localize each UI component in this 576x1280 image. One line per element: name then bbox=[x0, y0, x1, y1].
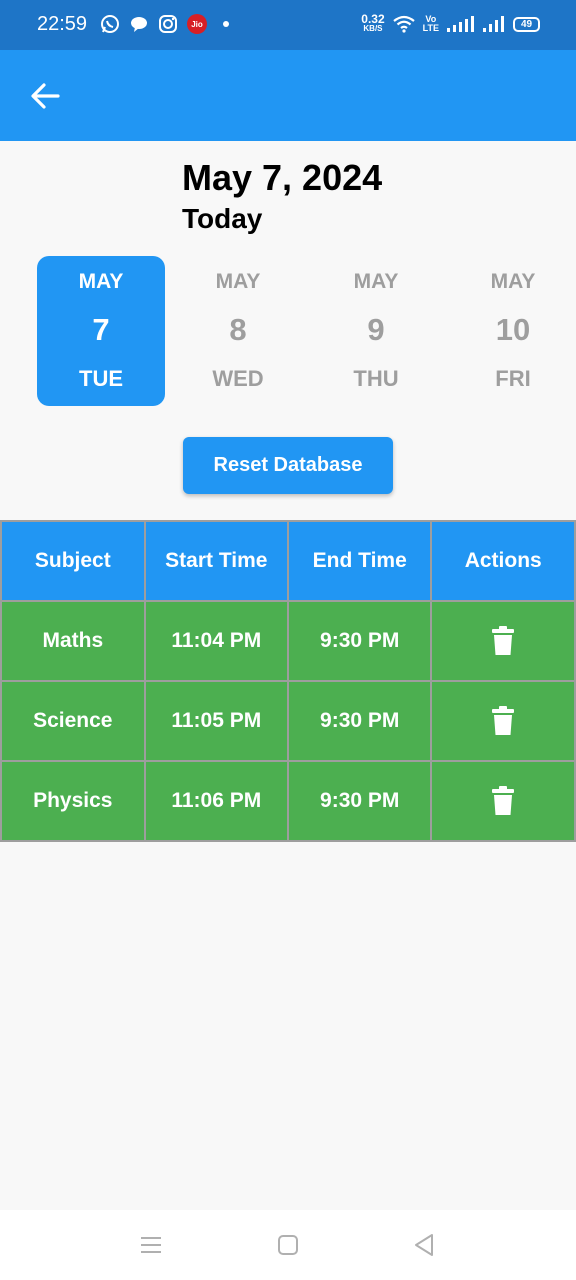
day-month: MAY bbox=[215, 270, 261, 293]
system-icons: 0.32 KB/S Vo LTE 49 bbox=[361, 13, 540, 35]
table-row: Science 11:05 PM 9:30 PM bbox=[0, 680, 576, 762]
day-weekday: TUE bbox=[79, 366, 123, 391]
app-bar bbox=[0, 50, 576, 141]
day-number: 10 bbox=[495, 312, 531, 347]
network-speed: 0.32 KB/S bbox=[361, 12, 385, 34]
table-row: Physics 11:06 PM 9:30 PM bbox=[0, 760, 576, 842]
whatsapp-icon bbox=[101, 15, 119, 33]
table-header-row: Subject Start Time End Time Actions bbox=[0, 520, 576, 602]
trash-icon bbox=[492, 625, 515, 655]
cell-end-time: 9:30 PM bbox=[287, 760, 433, 842]
day-tile-may-8[interactable]: MAY 8 WED bbox=[174, 256, 302, 406]
back-nav-button[interactable] bbox=[406, 1230, 442, 1260]
date-subtitle: Today bbox=[182, 203, 263, 234]
cell-actions bbox=[430, 600, 576, 682]
status-bar: 22:59 Jio 0.32 KB/S Vo LTE 49 bbox=[0, 0, 576, 50]
notification-icons: Jio bbox=[100, 13, 229, 35]
home-button[interactable] bbox=[270, 1230, 306, 1260]
arrow-left-icon bbox=[31, 83, 60, 109]
table-row: Maths 11:04 PM 9:30 PM bbox=[0, 600, 576, 682]
network-speed-unit: KB/S bbox=[363, 24, 383, 33]
day-tile-may-10[interactable]: MAY 10 FRI bbox=[449, 256, 576, 406]
delete-button[interactable] bbox=[483, 701, 523, 741]
cell-actions bbox=[430, 760, 576, 842]
day-tile-may-7[interactable]: MAY 7 TUE bbox=[37, 256, 165, 406]
cell-actions bbox=[430, 680, 576, 762]
status-time: 22:59 bbox=[37, 13, 88, 35]
wifi-icon bbox=[392, 15, 415, 33]
cell-end-time: 9:30 PM bbox=[287, 600, 433, 682]
signal-1-icon bbox=[447, 16, 474, 32]
header-start-time: Start Time bbox=[143, 520, 290, 602]
date-title: May 7, 2024 bbox=[182, 157, 383, 198]
day-weekday: FRI bbox=[495, 366, 531, 391]
cell-start-time: 11:06 PM bbox=[143, 760, 290, 842]
volte-bottom: LTE bbox=[422, 23, 439, 33]
day-number: 7 bbox=[92, 312, 110, 347]
chat-bubble-icon bbox=[131, 17, 147, 32]
cell-subject: Science bbox=[0, 680, 146, 762]
network-speed-value: 0.32 bbox=[361, 12, 385, 26]
trash-icon bbox=[492, 705, 515, 735]
day-number: 9 bbox=[367, 312, 385, 347]
header-subject: Subject bbox=[0, 520, 146, 602]
jio-icon: Jio bbox=[187, 14, 207, 34]
day-month: MAY bbox=[78, 270, 124, 293]
cell-start-time: 11:05 PM bbox=[143, 680, 290, 762]
schedule-table: Subject Start Time End Time Actions Math… bbox=[0, 520, 576, 842]
menu-button[interactable] bbox=[133, 1230, 169, 1260]
more-notifications-dot bbox=[223, 21, 229, 27]
delete-button[interactable] bbox=[483, 621, 523, 661]
day-month: MAY bbox=[353, 270, 399, 293]
cell-subject: Physics bbox=[0, 760, 146, 842]
trash-icon bbox=[492, 785, 515, 815]
menu-icon bbox=[141, 1237, 161, 1253]
cell-start-time: 11:04 PM bbox=[143, 600, 290, 682]
back-button[interactable] bbox=[25, 76, 65, 116]
day-month: MAY bbox=[490, 270, 536, 293]
day-number: 8 bbox=[229, 312, 247, 347]
home-square-icon bbox=[278, 1235, 298, 1255]
day-weekday: WED bbox=[212, 366, 264, 391]
reset-database-button[interactable]: Reset Database bbox=[183, 437, 393, 494]
triangle-back-icon bbox=[415, 1234, 433, 1256]
system-nav-bar bbox=[0, 1210, 576, 1280]
header-actions: Actions bbox=[430, 520, 576, 602]
instagram-icon bbox=[159, 15, 177, 33]
delete-button[interactable] bbox=[483, 781, 523, 821]
day-weekday: THU bbox=[353, 366, 399, 391]
day-tile-may-9[interactable]: MAY 9 THU bbox=[312, 256, 440, 406]
volte-indicator: Vo LTE bbox=[423, 15, 439, 33]
battery-icon: 49 bbox=[513, 16, 540, 32]
signal-2-icon bbox=[483, 16, 504, 32]
header-end-time: End Time bbox=[287, 520, 433, 602]
cell-end-time: 9:30 PM bbox=[287, 680, 433, 762]
cell-subject: Maths bbox=[0, 600, 146, 682]
